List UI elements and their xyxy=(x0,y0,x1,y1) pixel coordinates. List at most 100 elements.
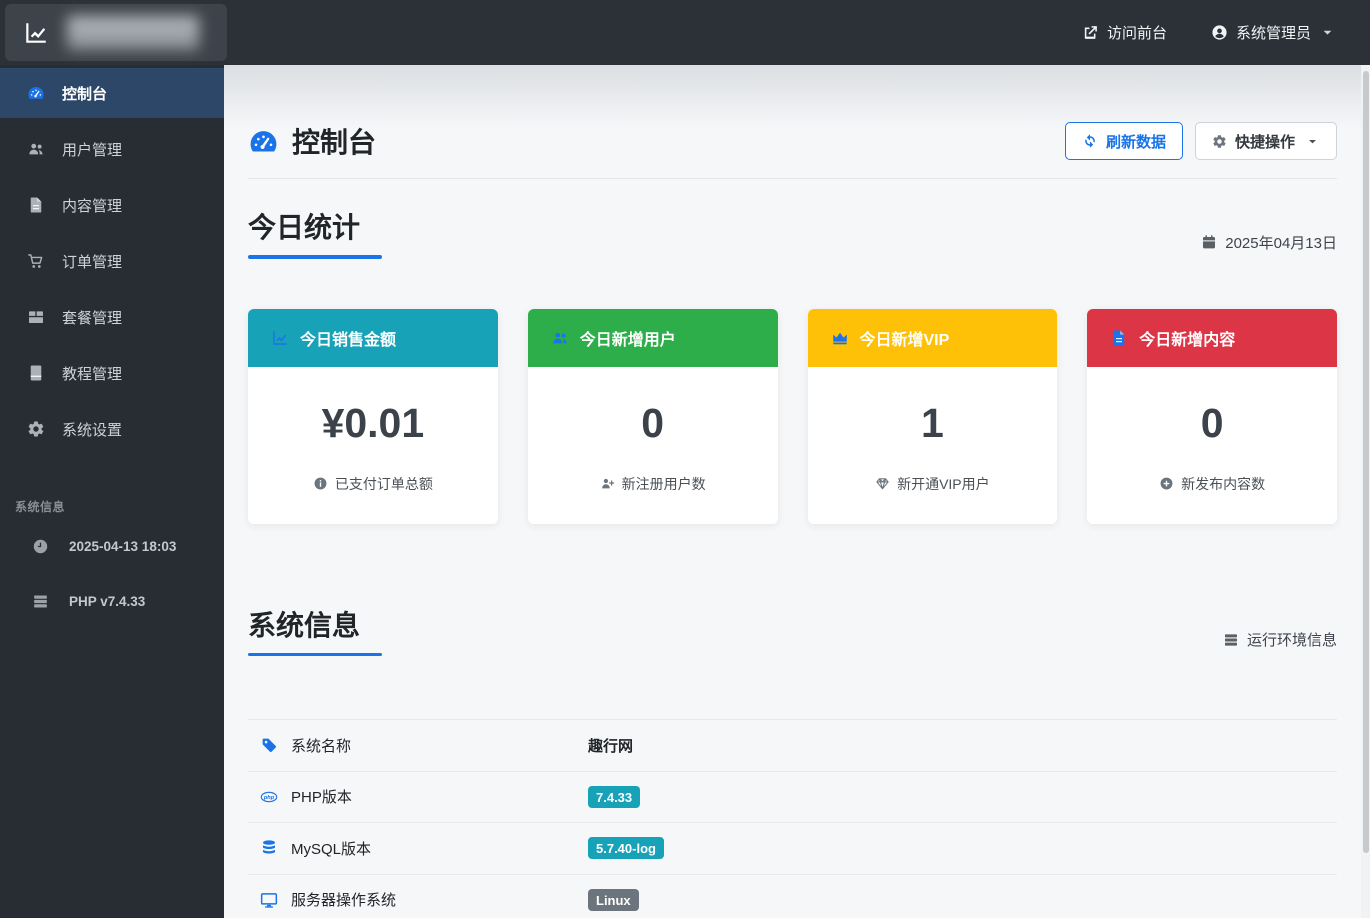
stat-card-header: 今日新增内容 xyxy=(1087,308,1337,367)
desktop-icon xyxy=(260,891,278,909)
chart-line-icon xyxy=(271,329,289,347)
sidebar-info-header: 系统信息 xyxy=(15,500,66,514)
stat-value: 0 xyxy=(1200,399,1224,446)
stat-card-header: 今日销售金额 xyxy=(248,308,498,367)
php-version-label: PHP v7.4.33 xyxy=(69,593,146,609)
stat-value: ¥0.01 xyxy=(321,399,425,446)
sidebar-item-label: 内容管理 xyxy=(62,197,123,215)
title-underline xyxy=(248,255,382,259)
gear-icon xyxy=(27,420,45,438)
sidebar-item-orders[interactable]: 订单管理 xyxy=(0,236,224,286)
stat-card-sales: 今日销售金额 ¥0.01 已支付订单总额 xyxy=(248,308,498,524)
sidebar-item-label: 订单管理 xyxy=(62,253,123,271)
visit-frontend-link[interactable]: 访问前台 xyxy=(1082,22,1167,43)
sidebar-item-dashboard[interactable]: 控制台 xyxy=(0,68,224,118)
tag-icon xyxy=(260,736,278,754)
brand-logo[interactable] xyxy=(5,4,227,61)
sidebar-item-label: 套餐管理 xyxy=(62,309,123,327)
row-value: 趣行网 xyxy=(588,737,634,755)
stat-value: 1 xyxy=(920,399,944,446)
stat-card-header: 今日新增用户 xyxy=(527,308,778,367)
user-circle-icon xyxy=(1211,24,1228,41)
sidebar-item-content[interactable]: 内容管理 xyxy=(0,180,224,230)
server-icon xyxy=(32,593,49,610)
system-info-header: 系统信息 运行环境信息 xyxy=(248,604,1337,656)
table-row-server-os: 服务器操作系统 Linux xyxy=(248,873,1337,918)
top-shadow xyxy=(224,65,1370,129)
stat-footer: 新开通VIP用户 xyxy=(808,474,1058,494)
sidebar-item-packages[interactable]: 套餐管理 xyxy=(0,292,224,342)
cart-icon xyxy=(27,252,45,270)
stat-card-header: 今日新增VIP xyxy=(807,308,1058,367)
page-title: 控制台 xyxy=(248,121,376,161)
users-icon xyxy=(27,140,45,158)
gauge-icon xyxy=(27,84,45,102)
row-label: 服务器操作系统 xyxy=(248,889,588,910)
stat-value: 0 xyxy=(641,399,665,446)
scrollbar-thumb[interactable] xyxy=(1362,71,1369,853)
gem-icon xyxy=(875,476,890,491)
header-divider xyxy=(248,178,1337,179)
plus-circle-icon xyxy=(1159,476,1174,491)
sidebar-item-label: 用户管理 xyxy=(62,141,123,159)
date-label: 2025年04月13日 xyxy=(1225,234,1337,252)
system-info-table: 系统名称 趣行网 PHP版本 7.4.33 MySQL版本 5.7.40-log… xyxy=(248,719,1337,918)
gear-icon xyxy=(1212,134,1227,149)
sidebar-item-label: 控制台 xyxy=(62,85,108,103)
status-badge: 5.7.40-log xyxy=(588,837,664,860)
today-stats-header: 今日统计 2025年04月13日 xyxy=(248,206,1337,259)
clock-icon xyxy=(32,538,49,555)
stat-card-new-vip: 今日新增VIP 1 新开通VIP用户 xyxy=(807,308,1058,524)
stat-footer: 新发布内容数 xyxy=(1087,474,1337,494)
sidebar-item-users[interactable]: 用户管理 xyxy=(0,124,224,174)
admin-name-label: 系统管理员 xyxy=(1235,25,1311,42)
datetime-label: 2025-04-13 18:03 xyxy=(69,538,177,554)
users-icon xyxy=(551,329,569,347)
calendar-icon xyxy=(1201,234,1217,250)
brand-name-redacted xyxy=(67,15,199,50)
stat-card-new-users: 今日新增用户 0 新注册用户数 xyxy=(527,308,778,524)
sidebar-php-version: PHP v7.4.33 xyxy=(0,576,224,626)
refresh-data-button[interactable]: 刷新数据 xyxy=(1064,122,1183,160)
admin-dropdown[interactable]: 系统管理员 xyxy=(1211,22,1336,43)
info-circle-icon xyxy=(313,476,328,491)
stat-footer: 新注册用户数 xyxy=(528,474,778,494)
crown-icon xyxy=(831,329,849,347)
caret-down-icon xyxy=(1305,134,1320,149)
gauge-icon xyxy=(248,126,279,157)
chart-line-icon xyxy=(23,20,49,46)
top-navbar: 访问前台 系统管理员 xyxy=(0,0,1370,65)
system-info-title: 系统信息 xyxy=(248,604,382,656)
sidebar-item-tutorials[interactable]: 教程管理 xyxy=(0,348,224,398)
sidebar-item-label: 教程管理 xyxy=(62,365,123,383)
sidebar: 控制台 用户管理 内容管理 订单管理 套餐管理 教程管理 系统设置 系统信息 2… xyxy=(0,65,224,918)
title-underline xyxy=(248,652,382,656)
runtime-env-label: 运行环境信息 xyxy=(1223,629,1337,656)
sidebar-item-label: 系统设置 xyxy=(62,421,123,439)
stat-cards-row: 今日销售金额 ¥0.01 已支付订单总额 今日新增用户 0 新注册用户数 今日新… xyxy=(248,308,1337,524)
file-icon xyxy=(27,196,45,214)
php-icon xyxy=(260,788,278,806)
caret-down-icon xyxy=(1319,24,1336,41)
page-header: 控制台 刷新数据 快捷操作 xyxy=(248,121,1337,161)
stat-footer: 已支付订单总额 xyxy=(248,474,498,494)
quick-actions-button[interactable]: 快捷操作 xyxy=(1194,122,1337,160)
file-icon xyxy=(1110,329,1128,347)
status-badge: 7.4.33 xyxy=(588,785,641,808)
today-stats-title: 今日统计 xyxy=(248,206,382,259)
today-date: 2025年04月13日 xyxy=(1201,232,1337,259)
row-label: 系统名称 xyxy=(248,735,588,756)
table-row-php-version: PHP版本 7.4.33 xyxy=(248,770,1337,823)
server-icon xyxy=(1223,632,1239,648)
vertical-scrollbar xyxy=(1361,65,1370,918)
row-label: PHP版本 xyxy=(248,786,588,807)
user-plus-icon xyxy=(600,476,615,491)
table-row-system-name: 系统名称 趣行网 xyxy=(248,719,1337,771)
status-badge: Linux xyxy=(588,888,639,911)
database-icon xyxy=(260,839,278,857)
row-label: MySQL版本 xyxy=(248,838,588,859)
sidebar-datetime: 2025-04-13 18:03 xyxy=(0,521,224,571)
sidebar-item-settings[interactable]: 系统设置 xyxy=(0,404,224,454)
sync-icon xyxy=(1082,133,1098,149)
page-title-text: 控制台 xyxy=(292,127,377,158)
